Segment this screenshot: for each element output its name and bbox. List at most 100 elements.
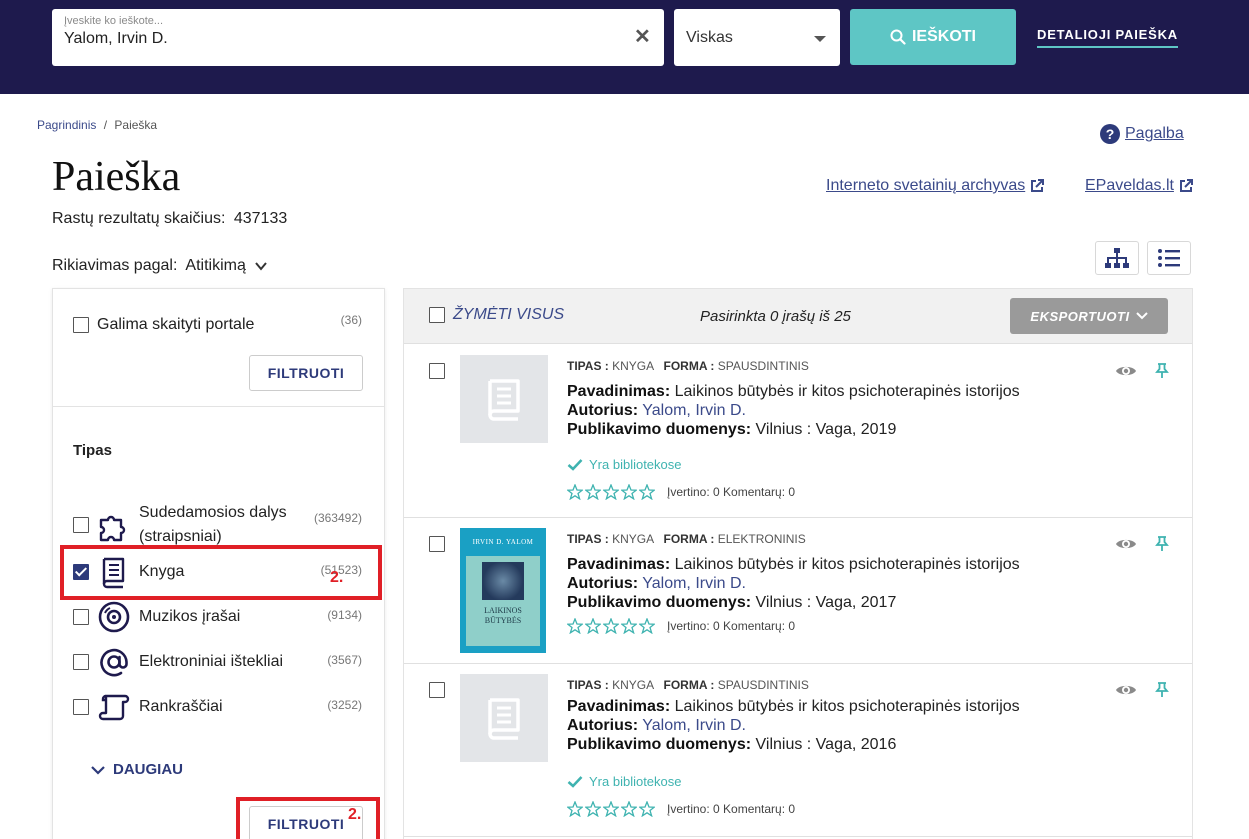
cover-title-2: BŪTYBĖS — [484, 616, 522, 625]
help-link[interactable]: ? Pagalba — [1100, 124, 1184, 144]
web-archive-link[interactable]: Interneto svetainių archyvas — [826, 177, 1045, 195]
sort-value: Atitikimą — [185, 257, 246, 274]
portal-filter[interactable]: Galima skaityti portale — [73, 316, 254, 334]
result-title[interactable]: Pavadinimas: Laikinos būtybės ir kitos p… — [567, 556, 1020, 574]
search-field[interactable]: Įveskite ko ieškote... Yalom, Irvin D. ✕ — [52, 9, 664, 66]
title-label: Pavadinimas: — [567, 383, 671, 400]
star-icon[interactable] — [603, 618, 619, 634]
book-cover[interactable]: IRVIN D. YALOM LAIKINOS BŪTYBĖS — [460, 528, 546, 653]
annotation-number: 2. — [330, 569, 344, 586]
clear-icon[interactable]: ✕ — [634, 27, 651, 47]
star-icon[interactable] — [603, 801, 619, 817]
external-link-icon — [1179, 179, 1193, 192]
search-input[interactable]: Yalom, Irvin D. — [64, 30, 168, 48]
star-icon[interactable] — [585, 618, 601, 634]
result-author: Autorius: Yalom, Irvin D. — [567, 402, 746, 420]
type-manuscripts-checkbox[interactable] — [73, 699, 89, 715]
star-icon[interactable] — [621, 618, 637, 634]
rating: Įvertino: 0 Komentarų: 0 — [567, 618, 795, 634]
search-icon — [890, 29, 906, 45]
cover-panel: LAIKINOS BŪTYBĖS — [466, 556, 540, 646]
author-link[interactable]: Yalom, Irvin D. — [642, 402, 746, 419]
advanced-search-link[interactable]: DETALIOJI PAIEŠKA — [1037, 27, 1178, 48]
export-button-label: EKSPORTUOTI — [1030, 308, 1130, 324]
result-title[interactable]: Pavadinimas: Laikinos būtybės ir kitos p… — [567, 698, 1020, 716]
author-label: Autorius: — [567, 717, 639, 734]
check-icon — [567, 776, 583, 788]
chevron-down-icon — [814, 36, 826, 42]
author-link[interactable]: Yalom, Irvin D. — [642, 575, 746, 592]
cover-image — [482, 562, 524, 600]
result-title[interactable]: Pavadinimas: Laikinos būtybės ir kitos p… — [567, 383, 1020, 401]
rating-text: Įvertino: 0 Komentarų: 0 — [667, 802, 796, 816]
epaveldas-link[interactable]: EPaveldas.lt — [1085, 177, 1194, 195]
cover-placeholder[interactable] — [460, 355, 548, 443]
breadcrumb-home[interactable]: Pagrindinis — [37, 118, 96, 132]
author-label: Autorius: — [567, 402, 639, 419]
list-icon — [1158, 249, 1180, 267]
type-filter-articles[interactable]: Sudedamosios dalys (straipsniai) — [73, 501, 287, 549]
type-filter-electronic[interactable]: Elektroniniai ištekliai — [73, 645, 283, 679]
author-link[interactable]: Yalom, Irvin D. — [642, 717, 746, 734]
list-view-button[interactable] — [1147, 241, 1191, 275]
search-button[interactable]: IEŠKOTI — [850, 9, 1016, 65]
star-icon[interactable] — [639, 801, 655, 817]
type-filter-manuscripts[interactable]: Rankraščiai — [73, 690, 223, 724]
export-button[interactable]: EKSPORTUOTI — [1010, 298, 1168, 334]
tree-view-button[interactable] — [1095, 241, 1139, 275]
pub-value: Vilnius : Vaga, 2016 — [755, 736, 897, 753]
result-checkbox[interactable] — [429, 536, 445, 552]
check-icon — [567, 459, 583, 471]
portal-filter-checkbox[interactable] — [73, 317, 89, 333]
pin-icon[interactable] — [1155, 363, 1169, 379]
author-label: Autorius: — [567, 575, 639, 592]
type-music-label: Muzikos įrašai — [139, 608, 241, 625]
star-icon[interactable] — [585, 484, 601, 500]
show-more-link[interactable]: DAUGIAU — [91, 761, 183, 778]
result-checkbox[interactable] — [429, 682, 445, 698]
pin-icon[interactable] — [1155, 536, 1169, 552]
result-publication: Publikavimo duomenys: Vilnius : Vaga, 20… — [567, 736, 896, 754]
star-icon[interactable] — [639, 618, 655, 634]
title-label: Pavadinimas: — [567, 698, 671, 715]
type-articles-checkbox[interactable] — [73, 517, 89, 533]
type-label: TIPAS : — [567, 678, 609, 692]
web-archive-label: Interneto svetainių archyvas — [826, 177, 1026, 194]
result-checkbox[interactable] — [429, 363, 445, 379]
form-value: SPAUSDINTINIS — [717, 678, 809, 692]
type-manuscripts-label: Rankraščiai — [139, 698, 223, 715]
eye-icon[interactable] — [1115, 363, 1137, 379]
eye-icon[interactable] — [1115, 536, 1137, 552]
result-item: TIPAS : KNYGA FORMA : SPAUSDINTINIS Pava… — [404, 664, 1192, 837]
form-label: FORMA : — [663, 532, 715, 546]
help-icon: ? — [1100, 124, 1120, 144]
title-value: Laikinos būtybės ir kitos psichoterapinė… — [674, 383, 1020, 400]
cover-placeholder[interactable] — [460, 674, 548, 762]
star-icon[interactable] — [567, 484, 583, 500]
star-icon[interactable] — [621, 801, 637, 817]
star-icon[interactable] — [639, 484, 655, 500]
availability[interactable]: Yra bibliotekose — [567, 457, 682, 472]
external-link-icon — [1031, 179, 1045, 192]
cover-author: IRVIN D. YALOM — [460, 528, 546, 556]
pin-icon[interactable] — [1155, 682, 1169, 698]
star-icon[interactable] — [567, 618, 583, 634]
select-all-checkbox[interactable] — [429, 307, 445, 323]
type-music-checkbox[interactable] — [73, 609, 89, 625]
star-icon[interactable] — [603, 484, 619, 500]
availability[interactable]: Yra bibliotekose — [567, 774, 682, 789]
star-icon[interactable] — [585, 801, 601, 817]
eye-icon[interactable] — [1115, 682, 1137, 698]
form-label: FORMA : — [663, 678, 715, 692]
scope-select[interactable]: Viskas — [674, 9, 840, 66]
select-all-label: ŽYMĖTI VISUS — [453, 306, 565, 323]
star-icon[interactable] — [567, 801, 583, 817]
form-value: ELEKTRONINIS — [717, 532, 806, 546]
select-all[interactable]: ŽYMĖTI VISUS — [429, 306, 564, 324]
type-electronic-checkbox[interactable] — [73, 654, 89, 670]
star-icon[interactable] — [621, 484, 637, 500]
sort-control[interactable]: Rikiavimas pagal: Atitikimą — [52, 257, 268, 275]
filter-button-top[interactable]: FILTRUOTI — [249, 355, 363, 391]
type-filter-music[interactable]: Muzikos įrašai — [73, 600, 240, 634]
form-value: SPAUSDINTINIS — [717, 359, 809, 373]
